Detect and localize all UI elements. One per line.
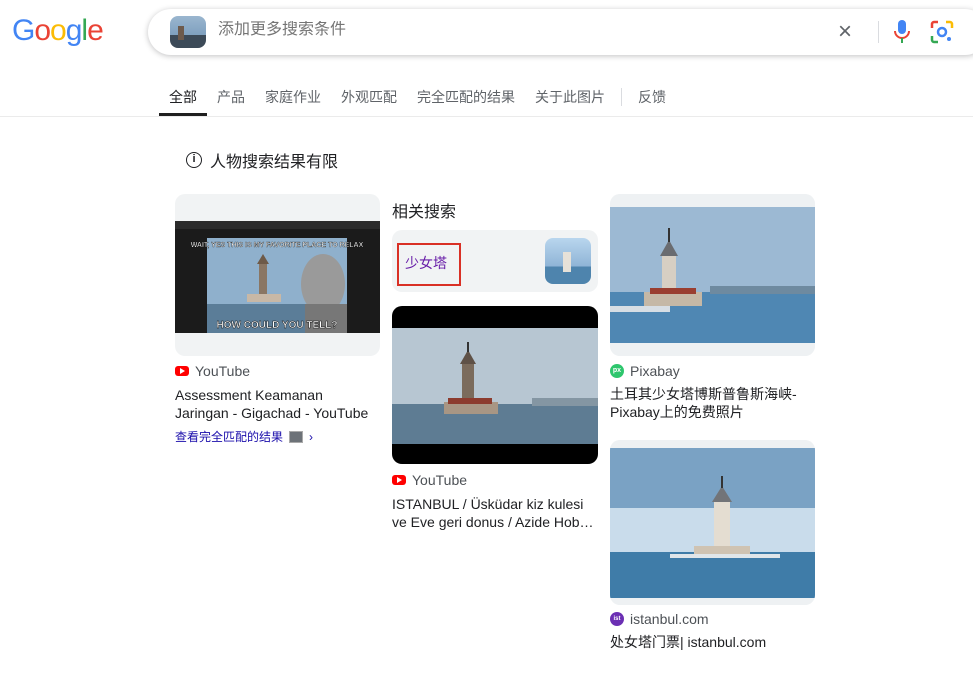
- pixabay-icon: px: [610, 364, 624, 378]
- result-source[interactable]: ist istanbul.com: [610, 611, 709, 627]
- chevron-right-icon: ›: [309, 429, 314, 444]
- title-line: ISTANBUL / Üsküdar kiz kulesi: [392, 496, 584, 512]
- tabs-divider: [0, 116, 973, 117]
- title-line: 土耳其少女塔博斯普鲁斯海峡-: [610, 386, 797, 402]
- youtube-icon: [175, 366, 189, 376]
- microphone-icon[interactable]: [892, 19, 912, 45]
- search-tabs: 全部 产品 家庭作业 外观匹配 完全匹配的结果 关于此图片 反馈: [159, 78, 676, 116]
- title-line: Jaringan - Gigachad - YouTube: [175, 405, 369, 421]
- title-line: ve Eve geri donus / Azide Hob…: [392, 514, 594, 530]
- tab-feedback[interactable]: 反馈: [628, 78, 676, 116]
- result-source[interactable]: YouTube: [392, 472, 467, 488]
- youtube-icon: [392, 475, 406, 485]
- result-source[interactable]: px Pixabay: [610, 363, 680, 379]
- source-label: Pixabay: [630, 363, 680, 379]
- google-lens-icon[interactable]: [930, 20, 954, 44]
- tab-visual-matches[interactable]: 外观匹配: [331, 78, 407, 116]
- meme-bottom-text: HOW COULD YOU TELL?: [217, 320, 338, 331]
- istanbul-com-icon: ist: [610, 612, 624, 626]
- logo-letter: g: [65, 14, 83, 47]
- people-search-notice: i 人物搜索结果有限: [186, 148, 338, 172]
- result-title[interactable]: ISTANBUL / Üsküdar kiz kulesi ve Eve ger…: [392, 495, 602, 531]
- maiden-tower-photo: [610, 194, 815, 356]
- exact-match-thumbnail: [289, 430, 304, 443]
- title-line: Assessment Keamanan: [175, 387, 323, 403]
- tab-about-image[interactable]: 关于此图片: [525, 78, 615, 116]
- related-search-label[interactable]: 少女塔: [397, 243, 461, 286]
- notice-text: 人物搜索结果有限: [210, 154, 339, 171]
- meme-image: WAIT, YES THIS IS MY FAVORITE PLACE TO R…: [175, 221, 380, 333]
- source-label: YouTube: [412, 472, 468, 488]
- result-image-gigachad[interactable]: WAIT, YES THIS IS MY FAVORITE PLACE TO R…: [175, 194, 380, 356]
- tab-exact-matches[interactable]: 完全匹配的结果: [407, 78, 525, 116]
- logo-letter: o: [50, 14, 67, 47]
- title-line: Pixabay上的免费照片: [610, 404, 744, 420]
- logo-letter: G: [12, 14, 35, 47]
- tab-products[interactable]: 产品: [207, 78, 255, 116]
- exact-matches-label: 查看完全匹配的结果: [175, 430, 284, 444]
- result-image-pixabay[interactable]: [610, 194, 815, 356]
- result-source[interactable]: YouTube: [175, 363, 250, 379]
- result-image-istanbul-com[interactable]: [610, 440, 815, 605]
- title-line: 处女塔门票| istanbul.com: [610, 634, 767, 650]
- meme-top-text: WAIT, YES THIS IS MY FAVORITE PLACE TO R…: [191, 242, 364, 249]
- related-search-thumbnail: [545, 238, 591, 284]
- tab-homework[interactable]: 家庭作业: [255, 78, 331, 116]
- maiden-tower-photo: [610, 440, 815, 605]
- result-title[interactable]: 处女塔门票| istanbul.com: [610, 633, 820, 651]
- result-title[interactable]: 土耳其少女塔博斯普鲁斯海峡- Pixabay上的免费照片: [610, 385, 820, 421]
- source-label: istanbul.com: [630, 611, 709, 627]
- tab-separator: [621, 88, 622, 106]
- info-icon[interactable]: i: [186, 152, 202, 168]
- query-image-thumbnail[interactable]: [170, 16, 206, 48]
- search-box: ×: [148, 9, 973, 55]
- search-input[interactable]: [218, 21, 718, 39]
- video-frame-image: [392, 306, 598, 464]
- tab-all[interactable]: 全部: [159, 78, 207, 116]
- related-search-chip[interactable]: 少女塔: [392, 230, 598, 292]
- source-label: YouTube: [195, 363, 251, 379]
- exact-matches-link[interactable]: 查看完全匹配的结果 ›: [175, 428, 313, 445]
- logo-letter: o: [34, 14, 51, 47]
- logo-letter: e: [87, 14, 104, 47]
- google-logo[interactable]: Google: [12, 14, 104, 48]
- result-image-kiz-kulesi-video[interactable]: [392, 306, 598, 464]
- result-title[interactable]: Assessment Keamanan Jaringan - Gigachad …: [175, 386, 385, 422]
- related-searches-heading: 相关搜索: [392, 204, 457, 221]
- close-icon[interactable]: ×: [838, 18, 852, 46]
- search-divider: [878, 21, 879, 43]
